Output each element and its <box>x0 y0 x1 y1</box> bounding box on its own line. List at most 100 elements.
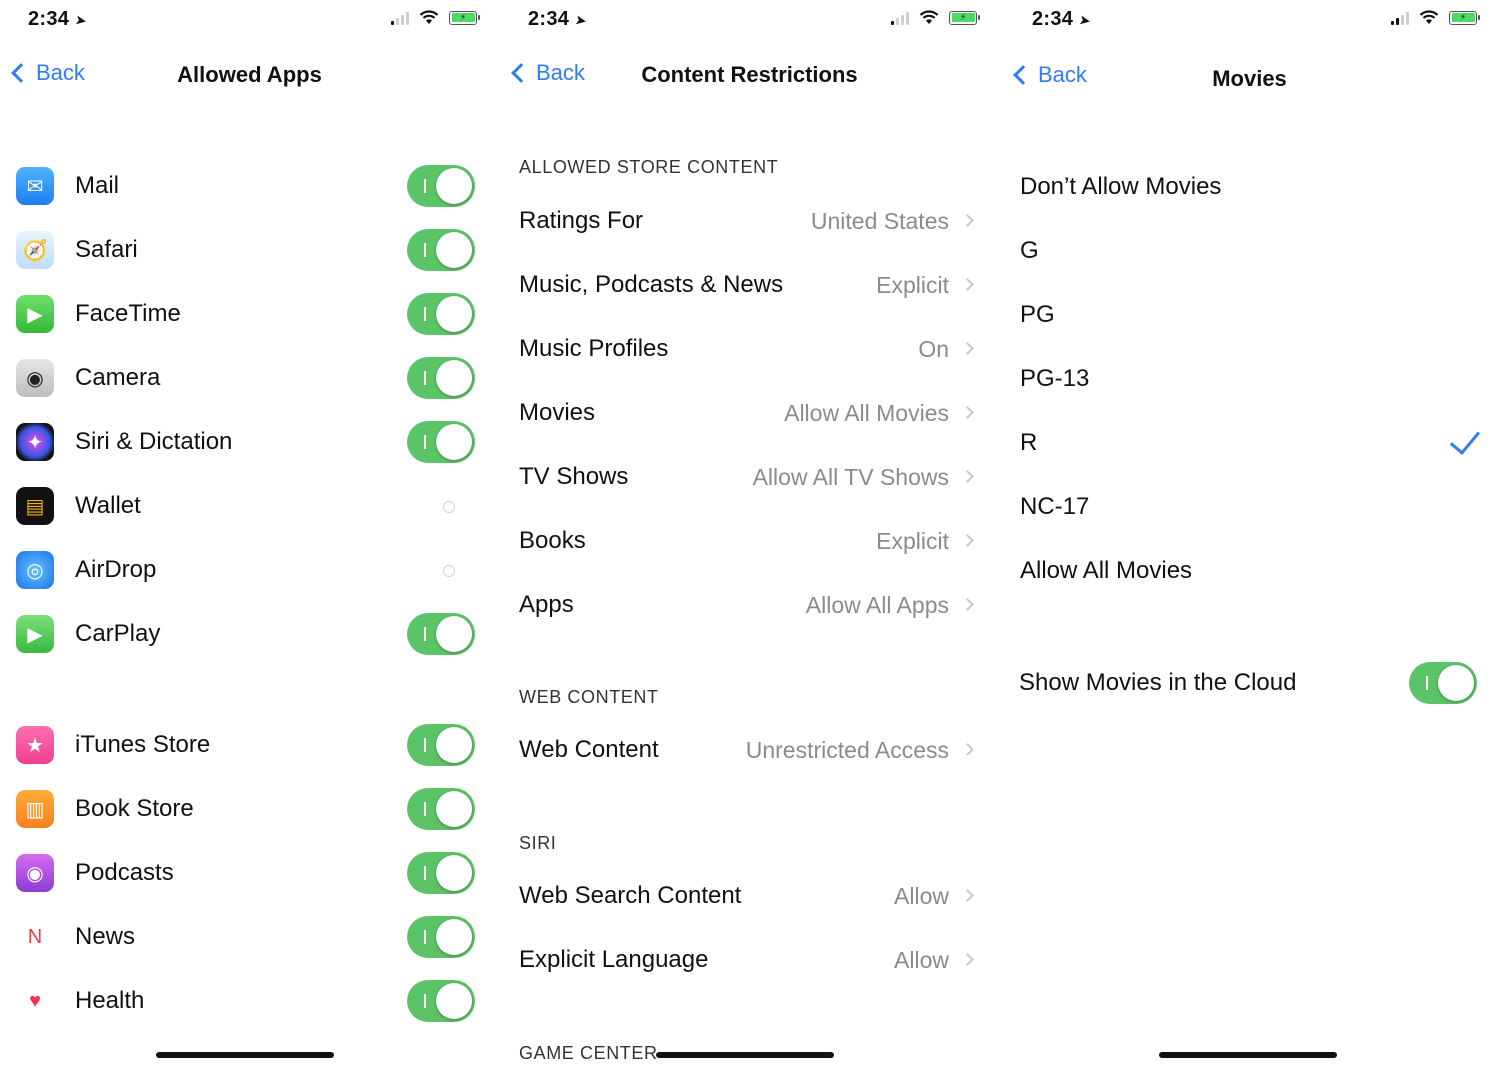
health-icon: ♥ <box>16 982 54 1020</box>
cellular-signal-icon <box>391 11 409 25</box>
app-row: ▶ CarPlay <box>0 602 499 666</box>
settings-row[interactable]: Movies Allow All Movies <box>500 383 999 447</box>
settings-row-value: Unrestricted Access <box>745 737 949 763</box>
cellular-signal-icon <box>891 11 909 25</box>
facetime-icon: ▶ <box>16 295 54 333</box>
settings-row[interactable]: Music, Podcasts & News Explicit <box>500 255 999 319</box>
settings-row-value: United States <box>810 208 949 234</box>
airdrop-icon: ◎ <box>16 551 54 589</box>
settings-row-value: Allow All TV Shows <box>752 464 949 490</box>
app-label: Siri & Dictation <box>75 428 233 455</box>
chevron-right-icon <box>961 953 974 966</box>
status-time-text: 2:34 <box>528 8 570 30</box>
mail-icon: ✉ <box>16 167 54 205</box>
cellular-signal-icon <box>1391 11 1409 25</box>
settings-row-label: Ratings For <box>519 207 644 234</box>
battery-charging-icon: ⚡ <box>1449 10 1480 25</box>
settings-row[interactable]: Music Profiles On <box>500 319 999 383</box>
app-toggle[interactable] <box>407 165 475 207</box>
settings-row[interactable]: Explicit Language Allow <box>500 930 999 994</box>
battery-charging-icon: ⚡ <box>949 10 980 25</box>
app-row: ▥ Book Store <box>0 777 499 841</box>
settings-row-label: Apps <box>519 591 574 618</box>
location-arrow-icon: ➤ <box>1078 11 1093 29</box>
chevron-right-icon <box>961 342 974 355</box>
settings-row-label: Music, Podcasts & News <box>519 271 784 298</box>
app-toggle[interactable] <box>407 229 475 271</box>
movie-rating-label: PG-13 <box>1020 365 1090 392</box>
home-indicator <box>1159 1052 1337 1058</box>
settings-row[interactable]: Ratings For United States <box>500 191 999 255</box>
app-toggle[interactable] <box>407 485 475 527</box>
movie-rating-option[interactable]: Don’t Allow Movies <box>1000 157 1498 221</box>
settings-row[interactable]: Web Search Content Allow <box>500 866 999 930</box>
movie-rating-option[interactable]: R <box>1000 413 1498 477</box>
movie-rating-label: R <box>1020 429 1038 456</box>
app-toggle[interactable] <box>407 613 475 655</box>
app-toggle[interactable] <box>407 421 475 463</box>
wifi-icon <box>419 10 439 25</box>
app-toggle[interactable] <box>407 916 475 958</box>
app-row: ♥ Health <box>0 969 499 1033</box>
status-bar: 2:34 ➤ ⚡ <box>500 8 999 34</box>
settings-row-value: Allow <box>894 947 949 973</box>
show-movies-in-cloud-row: Show Movies in the Cloud <box>1000 651 1498 715</box>
chevron-right-icon <box>961 406 974 419</box>
settings-row-value: On <box>918 336 949 362</box>
settings-row-label: Web Search Content <box>519 882 742 909</box>
app-toggle[interactable] <box>407 357 475 399</box>
settings-row[interactable]: Apps Allow All Apps <box>500 575 999 639</box>
app-toggle[interactable] <box>407 980 475 1022</box>
app-label: News <box>75 923 136 950</box>
settings-row[interactable]: TV Shows Allow All TV Shows <box>500 447 999 511</box>
movies-screen: 2:34 ➤ ⚡ Back Movies Don’t Allow Movies G P… <box>1000 0 1498 1066</box>
app-toggle[interactable] <box>407 788 475 830</box>
movie-rating-option[interactable]: Allow All Movies <box>1000 541 1498 605</box>
chevron-right-icon <box>961 598 974 611</box>
section-header-siri: SIRI <box>519 833 557 853</box>
movie-rating-option[interactable]: PG <box>1000 285 1498 349</box>
movie-rating-label: Don’t Allow Movies <box>1020 173 1222 200</box>
movie-rating-label: Allow All Movies <box>1020 557 1193 584</box>
movie-rating-option[interactable]: PG-13 <box>1000 349 1498 413</box>
nav-bar: Back Movies <box>1000 58 1498 98</box>
status-time-text: 2:34 <box>1032 8 1074 30</box>
settings-row-value: Allow <box>894 883 949 909</box>
camera-icon: ◉ <box>16 359 54 397</box>
page-title: Content Restrictions <box>641 62 858 87</box>
show-movies-in-cloud-label: Show Movies in the Cloud <box>1019 669 1297 696</box>
settings-row[interactable]: Books Explicit <box>500 511 999 575</box>
app-label: Wallet <box>75 492 141 519</box>
section-header-game-center: GAME CENTER <box>519 1043 658 1063</box>
app-toggle[interactable] <box>407 852 475 894</box>
app-label: Mail <box>75 172 120 199</box>
app-label: CarPlay <box>75 620 161 647</box>
location-arrow-icon: ➤ <box>574 11 589 29</box>
movie-rating-label: PG <box>1020 301 1055 328</box>
podcasts-icon: ◉ <box>16 854 54 892</box>
show-movies-in-cloud-toggle[interactable] <box>1409 662 1477 704</box>
app-toggle[interactable] <box>407 724 475 766</box>
allowed-apps-screen: 2:34 ➤ ⚡ Back Allowed Apps ✉ Mail 🧭 Safari ▶ F… <box>0 0 499 1066</box>
movie-rating-label: NC-17 <box>1020 493 1090 520</box>
movie-rating-option[interactable]: NC-17 <box>1000 477 1498 541</box>
settings-row[interactable]: Web Content Unrestricted Access <box>500 720 999 784</box>
app-row: ◎ AirDrop <box>0 538 499 602</box>
movie-rating-option[interactable]: G <box>1000 221 1498 285</box>
status-time: 2:34 ➤ <box>528 8 589 31</box>
wifi-icon <box>919 10 939 25</box>
wifi-icon <box>1419 10 1439 25</box>
settings-row-value: Explicit <box>876 528 949 554</box>
app-toggle[interactable] <box>407 549 475 591</box>
settings-row-label: Music Profiles <box>519 335 669 362</box>
app-label: Safari <box>75 236 138 263</box>
app-row: ★ iTunes Store <box>0 713 499 777</box>
app-toggle[interactable] <box>407 293 475 335</box>
location-arrow-icon: ➤ <box>74 11 89 29</box>
settings-row-value: Allow All Movies <box>784 400 949 426</box>
app-row: N News <box>0 905 499 969</box>
chevron-right-icon <box>961 534 974 547</box>
app-label: Camera <box>75 364 161 391</box>
app-row: 🧭 Safari <box>0 218 499 282</box>
app-label: iTunes Store <box>75 731 211 758</box>
